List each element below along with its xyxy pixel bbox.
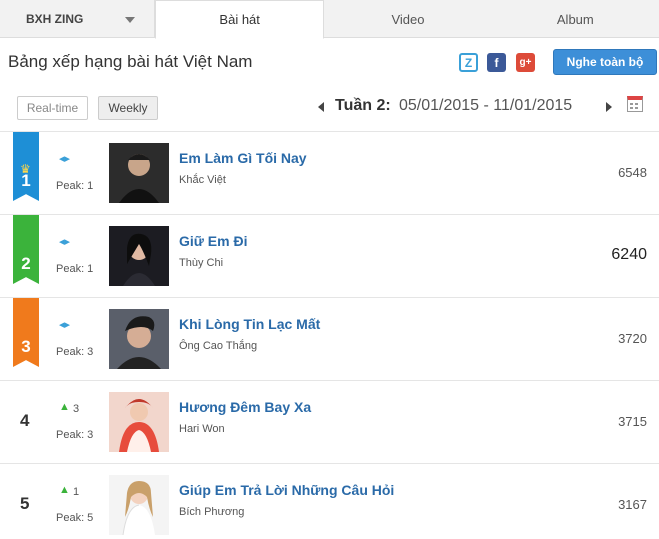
weekly-button[interactable]: Weekly <box>98 96 158 120</box>
rank-ribbon: 3 <box>13 298 39 367</box>
peak-position: Peak: 3 <box>56 346 94 358</box>
rank-number: 5 <box>20 494 30 513</box>
calendar-icon[interactable] <box>627 96 643 112</box>
song-title-link[interactable]: Em Làm Gì Tối Nay <box>179 150 307 166</box>
play-all-button[interactable]: Nghe toàn bộ <box>553 49 657 75</box>
rank-number: 4 <box>20 411 30 430</box>
facebook-share-icon[interactable]: f <box>487 53 506 72</box>
previous-week-icon[interactable] <box>318 102 324 112</box>
left-right-arrows-icon: ◂▸ <box>59 319 71 331</box>
score-value: 6240 <box>611 246 647 263</box>
song-title-link[interactable]: Khi Lòng Tin Lạc Mất <box>179 316 320 332</box>
artist-link[interactable]: Bích Phương <box>179 506 244 518</box>
chart-selector-dropdown[interactable]: BXH ZING <box>0 0 155 38</box>
song-thumbnail[interactable] <box>109 226 169 286</box>
artist-link[interactable]: Khắc Việt <box>179 174 226 186</box>
page-title: Bảng xếp hạng bài hát Việt Nam <box>8 52 253 71</box>
artist-link[interactable]: Thùy Chi <box>179 257 223 269</box>
score-value: 3720 <box>618 331 647 346</box>
week-label: Tuần 2: <box>335 97 391 114</box>
song-thumbnail[interactable] <box>109 475 169 535</box>
chart-row[interactable]: 3 ◂▸ Peak: 3 Khi Lòng Tin Lạc Mất Ông Ca… <box>0 297 659 380</box>
peak-position: Peak: 5 <box>56 512 94 524</box>
chart-row[interactable]: 4 ▲ 3 Peak: 3 Hương Đêm Bay Xa Hari Won … <box>0 380 659 463</box>
score-value: 3715 <box>618 414 647 429</box>
rank-change-value: 1 <box>73 486 80 498</box>
chart-row[interactable]: 5 ▲ 1 Peak: 5 Giúp Em Trả Lời Những Câu … <box>0 463 659 539</box>
chart-row[interactable]: 1 ♛ ◂▸ Peak: 1 Em Làm Gì Tối Nay Khắc Vi… <box>0 131 659 214</box>
song-title-link[interactable]: Giữ Em Đi <box>179 233 247 249</box>
zing-share-icon[interactable]: Z <box>459 53 478 72</box>
score-value: 6548 <box>618 165 647 180</box>
song-title-link[interactable]: Giúp Em Trả Lời Những Câu Hỏi <box>179 482 394 498</box>
crown-icon: ♛ <box>20 162 31 176</box>
chart-row[interactable]: 2 ◂▸ Peak: 1 Giữ Em Đi Thùy Chi 6240 <box>0 214 659 297</box>
tab-video[interactable]: Video <box>324 0 491 38</box>
song-thumbnail[interactable] <box>109 309 169 369</box>
left-right-arrows-icon: ◂▸ <box>59 236 71 248</box>
tab-songs[interactable]: Bài hát <box>155 0 325 39</box>
next-week-icon[interactable] <box>606 102 612 112</box>
peak-position: Peak: 1 <box>56 263 94 275</box>
chevron-down-icon <box>125 17 135 23</box>
chart-selector-label: BXH ZING <box>26 12 84 26</box>
artist-link[interactable]: Hari Won <box>179 423 225 435</box>
rank-change-value: 3 <box>73 403 80 415</box>
peak-position: Peak: 3 <box>56 429 94 441</box>
song-thumbnail[interactable] <box>109 392 169 452</box>
arrow-up-icon: ▲ <box>59 484 70 496</box>
chart-tab-bar: BXH ZING Bài hát Video Album <box>0 0 659 39</box>
left-right-arrows-icon: ◂▸ <box>59 153 71 165</box>
artist-link[interactable]: Ông Cao Thắng <box>179 340 257 352</box>
realtime-button[interactable]: Real-time <box>17 96 88 120</box>
song-title-link[interactable]: Hương Đêm Bay Xa <box>179 399 311 415</box>
score-value: 3167 <box>618 497 647 512</box>
tab-album[interactable]: Album <box>492 0 659 38</box>
arrow-up-icon: ▲ <box>59 401 70 413</box>
rank-ribbon: 2 <box>13 215 39 284</box>
song-thumbnail[interactable] <box>109 143 169 203</box>
google-plus-share-icon[interactable]: g+ <box>516 53 535 72</box>
week-range: 05/01/2015 - 11/01/2015 <box>399 97 573 114</box>
peak-position: Peak: 1 <box>56 180 94 192</box>
